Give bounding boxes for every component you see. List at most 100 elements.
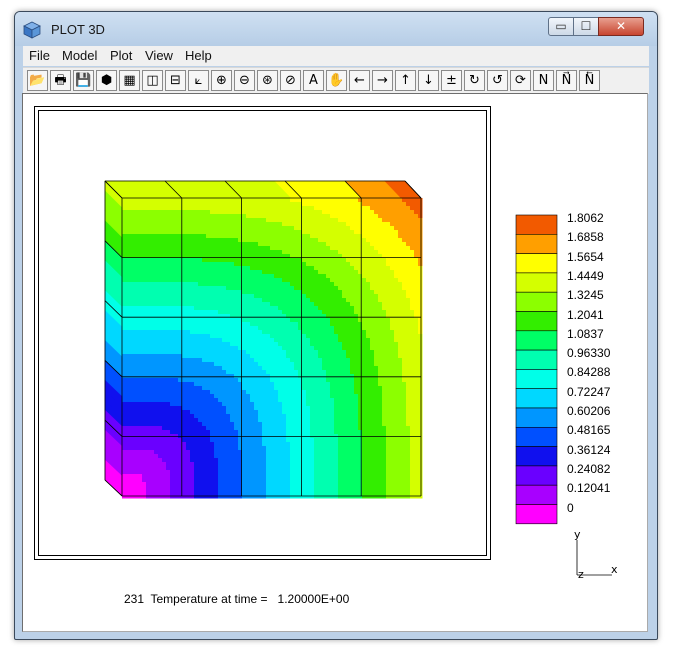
contour-cell — [186, 430, 191, 435]
contour-cell — [202, 378, 207, 383]
contour-cell — [342, 290, 347, 295]
contour-cell — [334, 370, 339, 375]
contour-cell — [370, 214, 375, 219]
contour-cell — [254, 370, 259, 375]
contour-cell — [202, 298, 207, 303]
contour-cell — [138, 398, 143, 403]
contour-cell — [322, 274, 327, 279]
contour-cell — [398, 294, 403, 299]
contour-cell — [326, 274, 331, 279]
contour-cell — [338, 218, 343, 223]
contour-cell — [126, 350, 131, 355]
contour-cell — [154, 230, 159, 235]
contour-cell — [310, 374, 315, 379]
contour-cell — [150, 274, 155, 279]
contour-cell — [282, 290, 287, 295]
contour-cell — [210, 354, 215, 359]
contour-cell — [290, 438, 295, 443]
contour-cell — [226, 302, 231, 307]
contour-cell — [338, 414, 343, 419]
contour-cell — [294, 358, 299, 363]
contour-cell — [310, 298, 315, 303]
contour-cell — [174, 226, 179, 231]
contour-cell — [162, 210, 167, 215]
contour-cell — [134, 458, 139, 463]
contour-cell — [274, 366, 279, 371]
contour-cell — [222, 278, 227, 283]
contour-cell — [198, 322, 203, 327]
contour-cell — [194, 410, 199, 415]
contour-cell — [306, 442, 311, 447]
contour-cell — [126, 250, 131, 255]
contour-cell — [286, 238, 291, 243]
contour-cell — [318, 454, 323, 459]
contour-cell — [382, 318, 387, 323]
contour-cell — [362, 326, 367, 331]
contour-cell — [214, 346, 219, 351]
contour-cell — [182, 394, 187, 399]
contour-cell — [290, 270, 295, 275]
contour-cell — [354, 422, 359, 427]
contour-cell — [318, 354, 323, 359]
contour-cell — [358, 378, 363, 383]
contour-cell — [270, 342, 275, 347]
contour-cell — [354, 250, 359, 255]
contour-cell — [338, 390, 343, 395]
contour-cell — [262, 294, 267, 299]
contour-cell — [186, 398, 191, 403]
contour-cell — [138, 390, 143, 395]
contour-cell — [366, 298, 371, 303]
contour-cell — [366, 450, 371, 455]
contour-cell — [334, 454, 339, 459]
contour-cell — [162, 410, 167, 415]
contour-cell — [350, 326, 355, 331]
contour-cell — [190, 270, 195, 275]
contour-cell — [190, 362, 195, 367]
contour-cell — [154, 394, 159, 399]
contour-cell — [254, 322, 259, 327]
contour-cell — [130, 210, 135, 215]
contour-cell — [346, 210, 351, 215]
contour-cell — [126, 242, 131, 247]
contour-cell — [410, 270, 415, 275]
contour-cell — [134, 430, 139, 435]
contour-cell — [306, 274, 311, 279]
contour-cell — [354, 326, 359, 331]
contour-cell — [162, 450, 167, 455]
contour-cell — [138, 294, 143, 299]
contour-cell — [266, 354, 271, 359]
contour-cell — [314, 230, 319, 235]
contour-cell — [286, 250, 291, 255]
contour-cell — [234, 270, 239, 275]
contour-cell — [342, 322, 347, 327]
contour-cell — [414, 418, 419, 423]
contour-cell — [154, 198, 159, 203]
contour-cell — [186, 378, 191, 383]
contour-cell — [418, 442, 423, 447]
contour-cell — [318, 318, 323, 323]
contour-cell — [198, 314, 203, 319]
contour-cell — [274, 386, 279, 391]
contour-cell — [382, 446, 387, 451]
contour-cell — [154, 402, 159, 407]
contour-cell — [374, 402, 379, 407]
contour-cell — [226, 266, 231, 271]
contour-cell — [394, 206, 399, 211]
contour-cell — [282, 378, 287, 383]
contour-cell — [266, 238, 271, 243]
contour-cell — [218, 454, 223, 459]
contour-cell — [374, 286, 379, 291]
contour-cell — [322, 322, 327, 327]
contour-cell — [258, 402, 263, 407]
contour-cell — [386, 210, 391, 215]
contour-cell — [350, 278, 355, 283]
contour-cell — [258, 442, 263, 447]
contour-cell — [282, 334, 287, 339]
contour-cell — [334, 350, 339, 355]
contour-cell — [262, 266, 267, 271]
contour-cell — [382, 330, 387, 335]
contour-cell — [194, 346, 199, 351]
contour-cell — [158, 334, 163, 339]
contour-cell — [282, 250, 287, 255]
contour-cell — [350, 426, 355, 431]
